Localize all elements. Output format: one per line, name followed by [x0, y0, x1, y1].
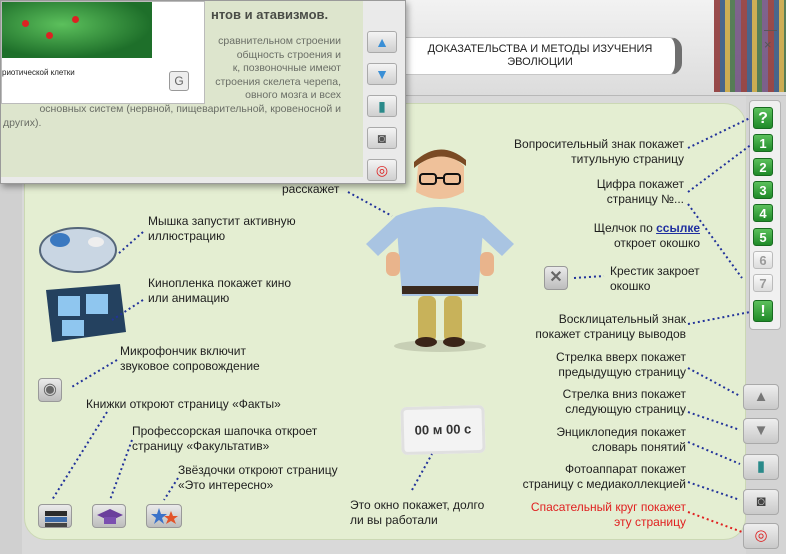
- arrow-down-button[interactable]: ▼: [743, 418, 779, 444]
- popup-heading: нтов и атавизмов.: [211, 7, 329, 22]
- popup-arrow-down-button[interactable]: ▼: [367, 63, 397, 85]
- stars-icon: [151, 508, 178, 524]
- topic-title-box: ДОКАЗАТЕЛЬСТВА И МЕТОДЫ ИЗУЧЕНИЯ ЭВОЛЮЦИ…: [404, 37, 682, 75]
- cross-label: Крестик закроет окошко: [610, 264, 700, 293]
- mouse-label: Мышка запустит активную иллюстрацию: [148, 214, 296, 243]
- camera-icon: ◙: [377, 130, 387, 146]
- question-label: Вопросительный знак покажет титульную ст…: [514, 137, 684, 166]
- encyclopedia-icon: ▮: [756, 458, 766, 475]
- mic-label: Микрофончик включит звуковое сопровожден…: [120, 344, 260, 373]
- popup-content: нтов и атавизмов. сравнительном строении…: [1, 1, 363, 177]
- popup-arrow-up-button[interactable]: ▲: [367, 31, 397, 53]
- popup-line: основных систем (нервной, пищеварительно…: [39, 102, 341, 115]
- arrow-up-icon: ▲: [375, 34, 389, 50]
- exclaim-label: Восклицательный знак покажет страницу вы…: [535, 312, 686, 341]
- window-controls[interactable]: — ×: [764, 22, 786, 52]
- popup-image-panel: риотической клетки G: [1, 1, 205, 104]
- lifebuoy-icon: ◎: [375, 162, 389, 178]
- lifebuoy-label: Спасательный круг покажет эту страницу: [530, 500, 686, 529]
- film-icon: [46, 284, 126, 342]
- digit-label: Цифра покажет страницу №...: [596, 177, 684, 206]
- info-popup-window[interactable]: нтов и атавизмов. сравнительном строении…: [0, 0, 406, 184]
- link-suffix: откроет окошко: [613, 236, 700, 250]
- session-timer: 00 м 00 с: [400, 404, 486, 456]
- arrow-up-icon: ▲: [753, 388, 769, 405]
- timer-value: 00 м 00 с: [414, 421, 472, 438]
- books-icon: [45, 511, 67, 527]
- popup-camera-button[interactable]: ◙: [367, 127, 397, 149]
- popup-lifebuoy-button[interactable]: ◎: [367, 159, 397, 181]
- encyclopedia-icon: ▮: [378, 98, 386, 114]
- graduation-cap-icon: [97, 509, 123, 524]
- microphone-button[interactable]: ◉: [38, 378, 62, 402]
- exclaim-button[interactable]: !: [753, 300, 773, 322]
- topic-title: ДОКАЗАТЕЛЬСТВА И МЕТОДЫ ИЗУЧЕНИЯ ЭВОЛЮЦИ…: [427, 43, 653, 68]
- arrow-up-button[interactable]: ▲: [743, 384, 779, 410]
- camera-label: Фотоаппарат покажет страницу с медиаколл…: [522, 462, 686, 491]
- camera-icon: ◙: [756, 493, 766, 510]
- page-1-button[interactable]: 1: [753, 134, 773, 152]
- tells-label: расскажет: [282, 182, 340, 196]
- books-button[interactable]: [38, 504, 72, 528]
- cap-button[interactable]: [92, 504, 126, 528]
- page-5-button[interactable]: 5: [753, 228, 773, 246]
- link-label: Щелчок по ссылке откроет окошко: [540, 221, 700, 251]
- page-6-button[interactable]: 6: [753, 251, 773, 269]
- page-4-button[interactable]: 4: [753, 204, 773, 222]
- cell-illustration: [2, 2, 152, 58]
- arrow-down-icon: ▼: [375, 66, 389, 82]
- lifebuoy-icon: ◎: [754, 527, 768, 544]
- page-3-button[interactable]: 3: [753, 181, 773, 199]
- encyclopedia-button[interactable]: ▮: [743, 454, 779, 480]
- page-2-button[interactable]: 2: [753, 158, 773, 176]
- cross-button[interactable]: ✕: [544, 266, 568, 290]
- speaker-icon: ◉: [43, 381, 57, 398]
- encyclopedia-label: Энциклопедия покажет словарь понятий: [556, 425, 686, 454]
- image-caption: риотической клетки: [2, 68, 75, 77]
- lifebuoy-button[interactable]: ◎: [743, 523, 779, 549]
- question-button[interactable]: ?: [753, 107, 773, 129]
- arrow-down-icon: ▼: [753, 422, 769, 439]
- mouse-icon: [39, 227, 117, 273]
- stars-label: Звёздочки откроют страницу «Это интересн…: [178, 463, 338, 492]
- arrow-down-label: Стрелка вниз покажет следующую страницу: [562, 387, 686, 416]
- link-prefix: Щелчок по: [593, 221, 653, 235]
- stars-button[interactable]: [146, 504, 182, 528]
- camera-button[interactable]: ◙: [743, 489, 779, 515]
- timer-note-label: Это окно покажет, долго ли вы работали: [350, 498, 485, 527]
- popup-encyclopedia-button[interactable]: ▮: [367, 95, 397, 117]
- copy-icon[interactable]: G: [169, 71, 189, 91]
- popup-sidebar: ▲ ▼ ▮ ◙ ◎: [367, 31, 401, 191]
- popup-line: других).: [3, 116, 42, 129]
- sample-link[interactable]: ссылке: [656, 221, 700, 235]
- film-label: Кинопленка покажет кино или анимацию: [148, 276, 292, 305]
- close-icon: ✕: [549, 269, 563, 286]
- cap-label: Профессорская шапочка откроет страницу «…: [132, 424, 318, 453]
- page-7-button[interactable]: 7: [753, 274, 773, 292]
- arrow-up-label: Стрелка вверх покажет предыдущую страниц…: [556, 350, 686, 379]
- books-label: Книжки откроют страницу «Факты»: [86, 397, 281, 411]
